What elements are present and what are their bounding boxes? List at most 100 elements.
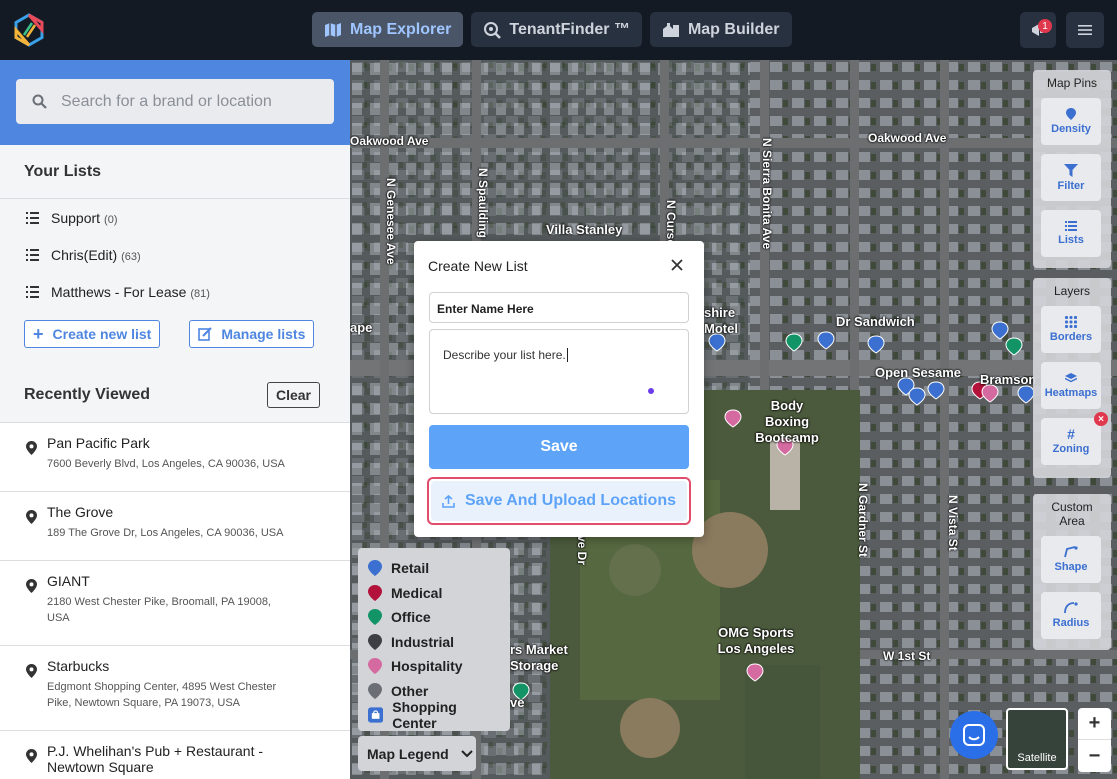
radius-icon — [1064, 602, 1078, 614]
location-pin-icon — [26, 510, 37, 524]
street-label: N Genesee Ave — [384, 178, 398, 265]
clear-button[interactable]: Clear — [266, 381, 320, 408]
zoom-in-button[interactable]: + — [1078, 708, 1111, 740]
typing-indicator-dot — [648, 388, 654, 394]
street-label: ve — [510, 695, 525, 710]
radius-button[interactable]: Radius — [1041, 592, 1101, 639]
legend-item: Hospitality — [368, 654, 500, 679]
street-label: W 1st St — [883, 649, 931, 663]
tab-map-builder-label: Map Builder — [687, 20, 780, 38]
pin-icon — [368, 633, 382, 650]
location-pin-icon — [26, 579, 37, 593]
recent-item-name: The Grove — [47, 504, 114, 520]
sidebar: Search for a brand or location Your List… — [0, 60, 350, 779]
search-target-icon — [484, 21, 502, 39]
street-label: Open Sesame — [875, 365, 961, 380]
dialog-title: Create New List — [428, 258, 528, 274]
custom-area-panel: Custom Area Shape Radius — [1033, 494, 1111, 650]
list-count: (81) — [190, 287, 210, 300]
list-name-input[interactable]: Enter Name Here — [429, 292, 689, 323]
lists-label: Lists — [1058, 234, 1084, 246]
street-label: shire Motel — [704, 305, 738, 336]
satellite-label: Satellite — [1017, 752, 1057, 764]
hashtag-icon: # — [1067, 426, 1075, 442]
radius-label: Radius — [1052, 617, 1090, 629]
map-legend-toggle[interactable]: Map Legend — [358, 736, 476, 771]
main-menu-button[interactable] — [1066, 12, 1104, 48]
legend-item: Industrial — [368, 630, 500, 655]
chevron-down-icon — [460, 749, 473, 757]
tab-map-builder[interactable]: Map Builder — [649, 12, 792, 47]
tab-map-explorer[interactable]: Map Explorer — [312, 12, 464, 47]
save-button[interactable]: Save — [429, 425, 689, 469]
recent-item[interactable]: Starbucks Edgmont Shopping Center, 4895 W… — [0, 645, 350, 730]
list-name: Support (0) — [51, 209, 118, 226]
recent-item[interactable]: The Grove 189 The Grove Dr, Los Angeles, … — [0, 491, 350, 560]
pin-icon — [368, 658, 382, 675]
notification-badge: 1 — [1038, 19, 1052, 33]
list-description-input[interactable]: Describe your list here. — [429, 329, 689, 414]
street-label: OMG Sports Los Angeles — [717, 625, 795, 656]
filter-button[interactable]: Filter — [1041, 154, 1101, 201]
plus-icon: + — [33, 324, 44, 344]
filter-icon — [1064, 163, 1078, 177]
upload-icon — [442, 494, 455, 508]
list-item[interactable]: Chris(Edit) (63) — [0, 236, 350, 273]
recent-item-address: Edgmont Shopping Center, 4895 West Chest… — [47, 681, 277, 709]
satellite-toggle[interactable]: Satellite — [1006, 708, 1068, 770]
recent-item-name: GIANT — [47, 573, 90, 589]
list-item[interactable]: Matthews - For Lease (81) — [0, 273, 350, 310]
street-label: ve Dr — [575, 535, 589, 566]
search-area: Search for a brand or location — [0, 60, 350, 145]
recent-item[interactable]: Pan Pacific Park 7600 Beverly Blvd, Los A… — [0, 422, 350, 491]
shape-icon — [1064, 546, 1078, 558]
edit-icon — [198, 327, 213, 341]
recent-item[interactable]: GIANT 2180 West Chester Pike, Broomall, P… — [0, 560, 350, 645]
chat-button[interactable] — [950, 711, 998, 759]
recent-item-address: 2180 West Chester Pike, Broomall, PA 190… — [47, 596, 271, 624]
search-input[interactable]: Search for a brand or location — [16, 79, 334, 124]
street-label: rs Market Storage — [510, 642, 568, 673]
remove-zoning-icon[interactable]: × — [1094, 412, 1108, 426]
list-icon — [26, 211, 39, 224]
custom-area-title: Custom Area — [1051, 500, 1093, 528]
zoning-button[interactable]: # Zoning × — [1041, 412, 1108, 465]
zoom-out-button[interactable]: − — [1078, 740, 1111, 772]
legend-item: Retail — [368, 556, 500, 581]
list-item[interactable]: Support (0) — [0, 199, 350, 236]
recent-item-address: 7600 Beverly Blvd, Los Angeles, CA 90036… — [47, 458, 285, 470]
text-cursor — [566, 348, 568, 362]
recent-item-name: P.J. Whelihan's Pub + Restaurant - Newto… — [47, 743, 264, 775]
tab-tenantfinder[interactable]: TenantFinder ™ — [471, 12, 642, 47]
zoning-label: Zoning — [1052, 443, 1090, 455]
borders-label: Borders — [1049, 331, 1093, 343]
create-list-label: Create new list — [52, 326, 152, 342]
notifications-button[interactable]: 1 — [1020, 12, 1056, 48]
street-label: ape — [350, 320, 373, 335]
shape-button[interactable]: Shape — [1041, 536, 1101, 583]
manage-lists-button[interactable]: Manage lists — [189, 320, 315, 348]
top-navigation-bar: Map Explorer TenantFinder ™ Map Builder … — [0, 0, 1117, 60]
legend-item: Medical — [368, 581, 500, 606]
location-pin-icon — [26, 749, 37, 763]
create-list-button[interactable]: + Create new list — [24, 320, 161, 348]
density-label: Density — [1051, 123, 1091, 135]
street-label: N Spaulding — [476, 168, 490, 238]
app-logo-icon[interactable] — [12, 13, 46, 47]
recently-viewed-title: Recently Viewed — [24, 385, 150, 403]
recent-item[interactable]: P.J. Whelihan's Pub + Restaurant - Newto… — [0, 730, 350, 779]
lists-button[interactable]: Lists — [1041, 210, 1101, 257]
map-legend-label: Map Legend — [367, 745, 449, 762]
close-icon[interactable] — [671, 259, 683, 271]
density-button[interactable]: Density — [1041, 98, 1101, 145]
borders-button[interactable]: Borders — [1041, 306, 1101, 353]
heatmaps-button[interactable]: Heatmaps — [1041, 362, 1101, 409]
layers-title: Layers — [1053, 284, 1091, 298]
street-label: N Sierra Bonita Ave — [760, 138, 774, 250]
list-icon — [1065, 221, 1077, 231]
tab-tenantfinder-label: TenantFinder ™ — [509, 20, 630, 38]
save-and-upload-button[interactable]: Save And Upload Locations — [427, 477, 691, 525]
list-count: (0) — [104, 213, 118, 226]
list-icon — [26, 285, 39, 298]
create-list-dialog: Create New List Enter Name Here Describe… — [414, 241, 704, 537]
